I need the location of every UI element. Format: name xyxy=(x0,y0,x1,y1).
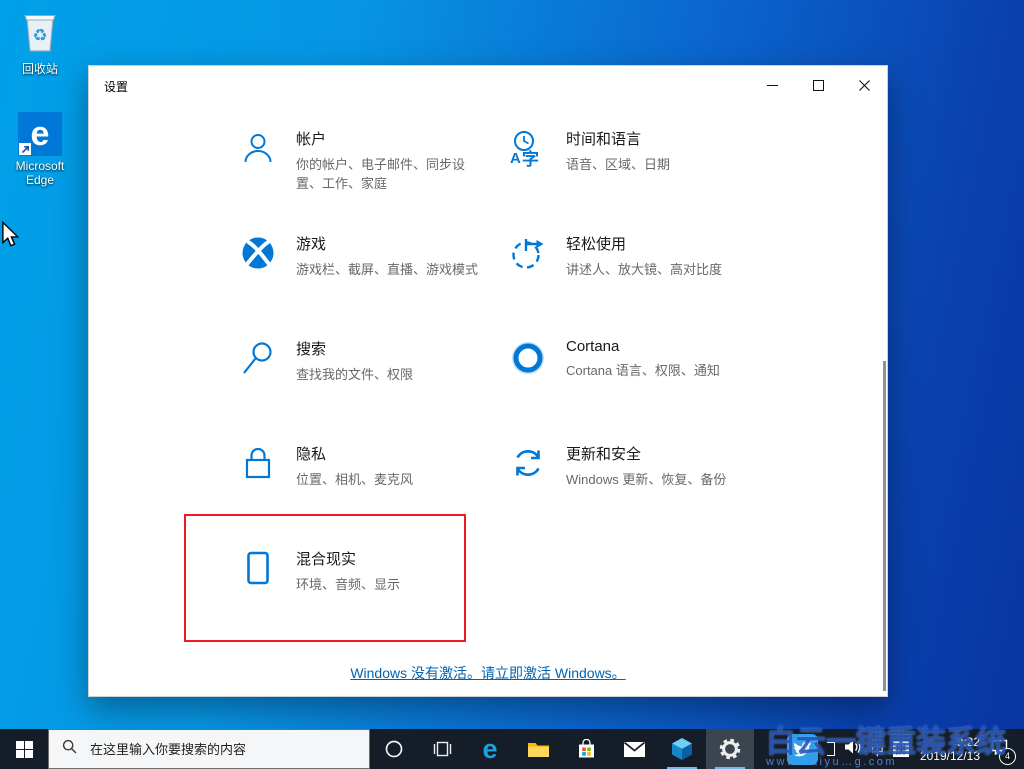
mail-icon xyxy=(623,741,645,757)
settings-item-mixed-reality[interactable]: 混合现实 环境、音频、显示 xyxy=(239,542,509,647)
settings-window: 设置 帐户 你的帐户、电子邮件、同步设置、工作、家庭 A字 时间和语言 语音、区… xyxy=(88,65,888,697)
item-subtitle: Windows 更新、恢复、备份 xyxy=(566,472,727,487)
item-title: 更新和安全 xyxy=(566,446,642,463)
edge-tile-icon: e xyxy=(18,112,62,156)
settings-item-cortana[interactable]: Cortana Cortana 语言、权限、通知 xyxy=(509,332,789,437)
bird-app-tray-icon[interactable] xyxy=(786,733,818,765)
gear-icon xyxy=(719,738,741,760)
item-title: 隐私 xyxy=(296,446,327,463)
item-title: 游戏 xyxy=(296,236,327,253)
scrollbar-thumb[interactable] xyxy=(883,361,886,691)
ime-mode-indicator[interactable]: 中 xyxy=(871,740,884,759)
settings-item-update-security[interactable]: 更新和安全 Windows 更新、恢复、备份 xyxy=(509,437,789,542)
item-subtitle: 查找我的文件、权限 xyxy=(296,367,414,382)
action-center-button[interactable]: 4 xyxy=(991,739,1016,765)
microsoft-store-button[interactable] xyxy=(562,729,610,769)
minimize-icon xyxy=(766,84,778,86)
item-subtitle: 环境、音频、显示 xyxy=(296,577,401,592)
activate-windows-link[interactable]: Windows 没有激活。请立即激活 Windows。 xyxy=(350,665,625,681)
item-title: 混合现实 xyxy=(296,551,357,568)
mixed-reality-icon xyxy=(239,548,277,647)
item-subtitle: Cortana 语言、权限、通知 xyxy=(566,363,720,378)
settings-grid: 帐户 你的帐户、电子邮件、同步设置、工作、家庭 A字 时间和语言 语音、区域、日… xyxy=(239,122,789,647)
item-subtitle: 语音、区域、日期 xyxy=(566,157,671,172)
item-subtitle: 位置、相机、麦克风 xyxy=(296,472,414,487)
search-icon xyxy=(239,338,277,437)
taskbar-clock[interactable]: 9:22 2019/12/13 xyxy=(920,735,980,763)
maximize-icon xyxy=(812,79,824,91)
clock-language-icon: A字 xyxy=(509,128,547,227)
svg-text:字: 字 xyxy=(522,149,539,168)
edge-taskbar-button[interactable]: e xyxy=(466,729,514,769)
taskbar-search-box[interactable] xyxy=(48,729,370,769)
item-title: Cortana xyxy=(566,338,620,355)
shortcut-arrow-icon xyxy=(19,143,31,155)
tray-date: 2019/12/13 xyxy=(919,749,980,763)
item-subtitle: 讲述人、放大镜、高对比度 xyxy=(566,262,723,277)
edge-letter: e xyxy=(30,115,50,153)
desktop-icon-microsoft-edge[interactable]: e Microsoft Edge xyxy=(5,112,75,187)
window-titlebar[interactable]: 设置 xyxy=(89,66,887,104)
privacy-lock-icon xyxy=(239,443,277,542)
cube-app-icon xyxy=(672,738,692,760)
close-button[interactable] xyxy=(841,66,887,104)
item-subtitle: 游戏栏、截屏、直播、游戏模式 xyxy=(296,262,479,277)
task-view-icon xyxy=(433,741,451,757)
maximize-button[interactable] xyxy=(795,66,841,104)
settings-item-accounts[interactable]: 帐户 你的帐户、电子邮件、同步设置、工作、家庭 xyxy=(239,122,509,227)
desktop-icon-label: 回收站 xyxy=(21,62,58,76)
file-explorer-icon xyxy=(527,743,549,757)
microsoft-store-icon xyxy=(578,739,594,758)
taskbar: e xyxy=(0,729,1024,769)
edge-icon: e xyxy=(482,733,498,764)
task-view-button[interactable] xyxy=(418,729,466,769)
settings-item-privacy[interactable]: 隐私 位置、相机、麦克风 xyxy=(239,437,509,542)
desktop-icon-recycle-bin[interactable]: ♻ 回收站 xyxy=(5,8,75,76)
window-title: 设置 xyxy=(104,80,129,94)
start-button[interactable] xyxy=(0,729,48,769)
recycle-bin-icon: ♻ xyxy=(19,15,61,58)
system-tray: 中 拼 9:22 2019/12/13 4 xyxy=(786,729,1024,769)
account-person-icon xyxy=(239,128,277,227)
search-icon xyxy=(62,739,77,759)
mouse-cursor xyxy=(1,220,20,253)
ime-pinyin-indicator[interactable]: 拼 xyxy=(892,741,909,757)
activation-notice: Windows 没有激活。请立即激活 Windows。 xyxy=(89,663,887,683)
settings-button[interactable] xyxy=(706,729,754,769)
cortana-button[interactable] xyxy=(370,729,418,769)
item-title: 时间和语言 xyxy=(566,131,642,148)
notification-badge: 4 xyxy=(999,747,1016,765)
svg-text:♻: ♻ xyxy=(32,26,47,45)
settings-item-ease-of-access[interactable]: 轻松使用 讲述人、放大镜、高对比度 xyxy=(509,227,789,332)
file-explorer-button[interactable] xyxy=(514,729,562,769)
windows-logo-icon xyxy=(15,740,33,758)
settings-item-time-language[interactable]: A字 时间和语言 语音、区域、日期 xyxy=(509,122,789,227)
cortana-icon xyxy=(509,338,547,437)
minimize-button[interactable] xyxy=(749,66,795,104)
tray-display-icon[interactable] xyxy=(826,742,835,756)
item-title: 轻松使用 xyxy=(566,236,627,253)
xbox-icon xyxy=(239,233,277,332)
search-input[interactable] xyxy=(88,740,362,758)
cortana-ring-icon xyxy=(385,740,403,758)
volume-icon[interactable] xyxy=(844,739,862,760)
tray-time: 9:22 xyxy=(956,735,980,749)
desktop-icon-label: Microsoft Edge xyxy=(15,159,65,187)
bird-icon xyxy=(793,741,812,757)
svg-text:A: A xyxy=(510,150,521,167)
mail-button[interactable] xyxy=(610,729,658,769)
item-subtitle: 你的帐户、电子邮件、同步设置、工作、家庭 xyxy=(296,157,466,191)
cube-app-button[interactable] xyxy=(658,729,706,769)
close-icon xyxy=(858,79,870,91)
update-sync-icon xyxy=(509,443,547,542)
item-title: 搜索 xyxy=(296,341,327,358)
settings-item-gaming[interactable]: 游戏 游戏栏、截屏、直播、游戏模式 xyxy=(239,227,509,332)
item-title: 帐户 xyxy=(296,131,327,148)
settings-item-search[interactable]: 搜索 查找我的文件、权限 xyxy=(239,332,509,437)
ease-of-access-icon xyxy=(509,233,547,332)
desktop: ♻ 回收站 e Microsoft Edge 设置 帐户 你的帐户、电子邮件、同… xyxy=(0,0,1024,769)
